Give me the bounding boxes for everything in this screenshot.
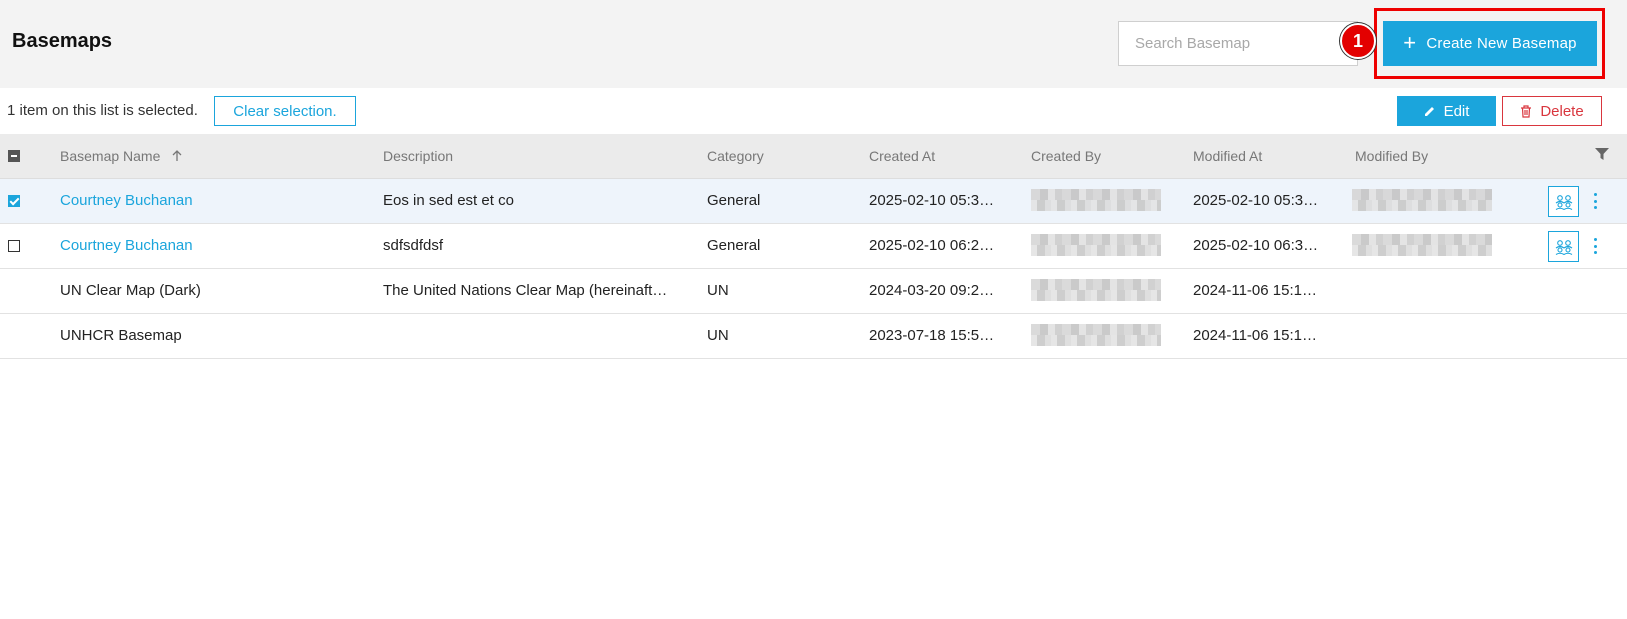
basemap-name-cell: UNHCR Basemap bbox=[60, 327, 182, 344]
clear-selection-button[interactable]: Clear selection. bbox=[214, 96, 356, 126]
category-cell: General bbox=[707, 192, 761, 209]
category-cell: General bbox=[707, 237, 761, 254]
column-header-name[interactable]: Basemap Name bbox=[60, 148, 182, 164]
created-by-redacted bbox=[1031, 324, 1161, 346]
created-at-cell: 2025-02-10 05:3… bbox=[869, 192, 995, 209]
category-cell: UN bbox=[707, 327, 729, 344]
modified-at-cell: 2025-02-10 06:3… bbox=[1193, 237, 1319, 254]
plus-icon: + bbox=[1403, 29, 1417, 55]
table-row[interactable]: Courtney Buchanan sdfsdfdsf General 2025… bbox=[0, 224, 1627, 269]
description-cell: The United Nations Clear Map (hereinaft… bbox=[383, 282, 668, 299]
trash-icon bbox=[1521, 104, 1532, 118]
select-all-checkbox[interactable] bbox=[8, 150, 20, 162]
description-cell: Eos in sed est et co bbox=[383, 192, 514, 209]
column-label-name: Basemap Name bbox=[60, 148, 161, 164]
edit-label: Edit bbox=[1443, 102, 1470, 120]
created-by-redacted bbox=[1031, 234, 1161, 256]
search-input[interactable] bbox=[1118, 21, 1358, 66]
category-cell: UN bbox=[707, 282, 729, 299]
edit-button[interactable]: Edit bbox=[1397, 96, 1496, 126]
created-by-redacted bbox=[1031, 189, 1161, 211]
modified-at-cell: 2024-11-06 15:1… bbox=[1193, 327, 1317, 344]
more-options-icon[interactable] bbox=[1590, 236, 1600, 256]
users-icon bbox=[1555, 239, 1572, 255]
column-header-description[interactable]: Description bbox=[383, 148, 453, 164]
page-title: Basemaps bbox=[12, 30, 113, 52]
modified-at-cell: 2025-02-10 05:3… bbox=[1193, 192, 1319, 209]
more-options-icon[interactable] bbox=[1590, 191, 1600, 211]
table-header: Basemap Name Description Category Create… bbox=[0, 134, 1627, 179]
delete-label: Delete bbox=[1540, 102, 1584, 120]
column-header-modified-by[interactable]: Modified By bbox=[1355, 148, 1428, 164]
basemap-name-link[interactable]: Courtney Buchanan bbox=[60, 192, 360, 209]
delete-button[interactable]: Delete bbox=[1502, 96, 1602, 126]
basemap-name-link[interactable]: Courtney Buchanan bbox=[60, 237, 360, 254]
modified-by-redacted bbox=[1352, 189, 1492, 211]
row-checkbox[interactable] bbox=[8, 195, 20, 207]
column-header-created-at[interactable]: Created At bbox=[869, 148, 935, 164]
share-button[interactable] bbox=[1548, 231, 1579, 262]
table-row[interactable]: UNHCR Basemap UN 2023-07-18 15:5… 2024-1… bbox=[0, 314, 1627, 359]
users-icon bbox=[1555, 194, 1572, 210]
column-header-modified-at[interactable]: Modified At bbox=[1193, 148, 1262, 164]
create-basemap-label: Create New Basemap bbox=[1426, 35, 1577, 52]
step-badge: 1 bbox=[1340, 23, 1376, 59]
created-at-cell: 2023-07-18 15:5… bbox=[869, 327, 995, 344]
modified-at-cell: 2024-11-06 15:1… bbox=[1193, 282, 1317, 299]
table-row[interactable]: Courtney Buchanan Eos in sed est et co G… bbox=[0, 179, 1627, 224]
created-at-cell: 2024-03-20 09:2… bbox=[869, 282, 995, 299]
column-header-created-by[interactable]: Created By bbox=[1031, 148, 1101, 164]
created-by-redacted bbox=[1031, 279, 1161, 301]
page-header: Basemaps + Create New Basemap 1 bbox=[0, 0, 1627, 88]
create-basemap-button[interactable]: + Create New Basemap bbox=[1383, 21, 1597, 66]
selection-status: 1 item on this list is selected. bbox=[7, 102, 198, 119]
pencil-icon bbox=[1424, 107, 1434, 116]
row-checkbox[interactable] bbox=[8, 240, 20, 252]
filter-icon[interactable] bbox=[1595, 147, 1609, 161]
description-cell: sdfsdfdsf bbox=[383, 237, 444, 254]
table-row[interactable]: UN Clear Map (Dark) The United Nations C… bbox=[0, 269, 1627, 314]
created-at-cell: 2025-02-10 06:2… bbox=[869, 237, 995, 254]
share-button[interactable] bbox=[1548, 186, 1579, 217]
column-header-category[interactable]: Category bbox=[707, 148, 764, 164]
sort-ascending-icon bbox=[172, 150, 182, 161]
basemap-name-cell: UN Clear Map (Dark) bbox=[60, 282, 201, 299]
modified-by-redacted bbox=[1352, 234, 1492, 256]
